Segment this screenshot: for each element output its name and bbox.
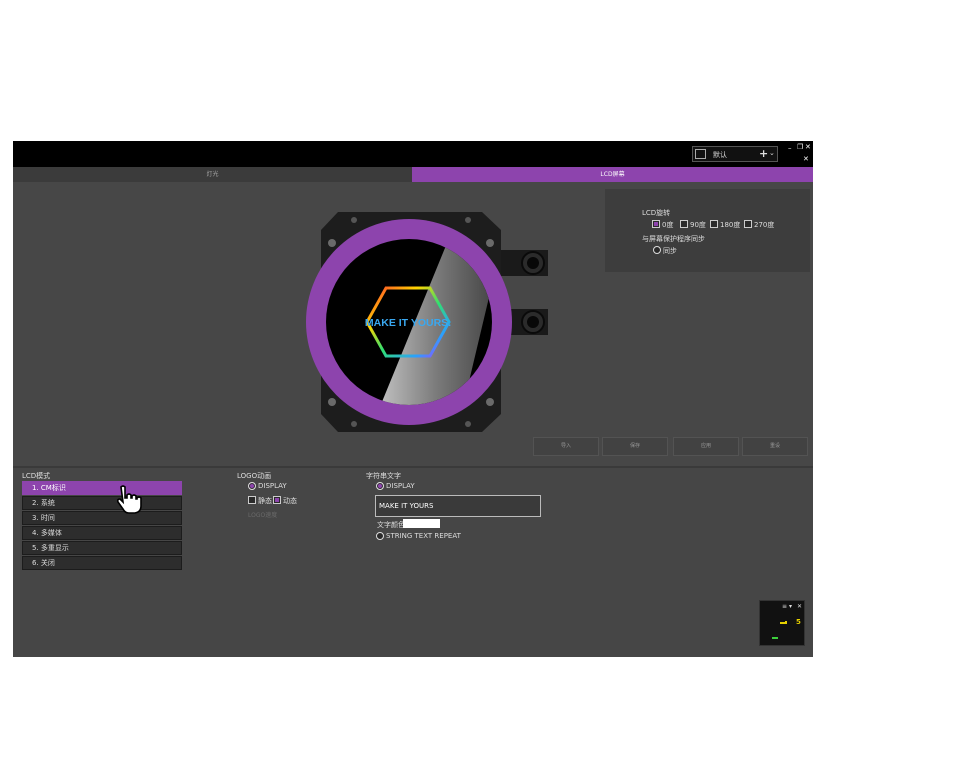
title-bar: 默认 + ⌄ – ❐ ✕ ✕: [13, 141, 813, 167]
rotation-180-label: 180度: [720, 221, 741, 229]
logo-animation-title: LOGO动画: [237, 472, 272, 480]
mode-item-cm-logo[interactable]: 1. CM标识: [22, 481, 182, 495]
apply-button[interactable]: 应用: [673, 437, 739, 456]
menu-icon[interactable]: ≡: [782, 603, 787, 610]
add-profile-button[interactable]: +: [759, 147, 768, 160]
rotation-title: LCD旋转: [642, 209, 671, 217]
dropdown-icon[interactable]: ▾: [789, 603, 792, 610]
screw-icon: [486, 239, 494, 247]
profile-name: 默认: [713, 151, 727, 159]
rotation-90-checkbox[interactable]: [680, 220, 688, 228]
string-text-title: 字符串文字: [366, 472, 401, 480]
rotation-0-checkbox[interactable]: [652, 220, 660, 228]
text-color-label: 文字颜色: [377, 521, 405, 529]
screen-text: MAKE IT YOURS.: [365, 317, 451, 329]
minimize-button[interactable]: –: [788, 145, 792, 152]
rotation-90-label: 90度: [690, 221, 706, 229]
rotation-270-checkbox[interactable]: [744, 220, 752, 228]
mode-item-media[interactable]: 4. 多媒体: [22, 526, 182, 540]
mode-item-time[interactable]: 3. 时间: [22, 511, 182, 525]
close-button[interactable]: ✕: [805, 144, 811, 151]
screw-icon: [486, 398, 494, 406]
screw-icon: [328, 398, 336, 406]
import-button[interactable]: 导入: [533, 437, 599, 456]
cooler-preview: MAKE IT YOURS.: [306, 212, 548, 432]
lcd-settings-panel: LCD旋转 0度 90度 180度 270度 与屏幕保护程序同步 同步: [605, 189, 810, 272]
reset-button[interactable]: 重设: [742, 437, 808, 456]
dynamic-checkbox[interactable]: [273, 496, 281, 504]
static-checkbox[interactable]: [248, 496, 256, 504]
profile-image-icon: [695, 149, 706, 159]
string-repeat-radio[interactable]: [376, 532, 384, 540]
rotation-0-label: 0度: [662, 221, 674, 229]
pin-icon[interactable]: ✕: [803, 156, 809, 163]
lcd-mode-title: LCD模式: [22, 472, 51, 480]
screw-icon: [328, 239, 336, 247]
static-label: 静态: [258, 497, 272, 505]
string-repeat-label: STRING TEXT REPEAT: [386, 532, 461, 540]
rotation-180-checkbox[interactable]: [710, 220, 718, 228]
sync-label: 同步: [663, 247, 677, 255]
tube-fitting-top: [496, 250, 548, 276]
tab-bar: 灯光 LCD屏幕: [13, 167, 813, 182]
mode-item-off[interactable]: 6. 关闭: [22, 556, 182, 570]
hand-cursor-icon: [116, 485, 142, 514]
widget-value: 5: [796, 618, 801, 626]
logo-display-label: DISPLAY: [258, 482, 287, 490]
mini-monitor-widget[interactable]: ≡ ▾ ✕ 5: [759, 600, 805, 646]
string-display-radio[interactable]: [376, 482, 384, 490]
screensaver-title: 与屏幕保护程序同步: [642, 235, 705, 243]
mode-item-system[interactable]: 2. 系统: [22, 496, 182, 510]
app-window: 默认 + ⌄ – ❐ ✕ ✕ 灯光 LCD屏幕 MAKE IT YOURS. L…: [13, 141, 813, 657]
arrow-icon: [780, 621, 787, 624]
tab-lighting[interactable]: 灯光: [13, 167, 412, 182]
save-button[interactable]: 保存: [602, 437, 668, 456]
text-color-swatch[interactable]: [403, 519, 440, 528]
rotation-270-label: 270度: [754, 221, 775, 229]
profile-selector[interactable]: 默认 + ⌄: [692, 146, 778, 162]
string-display-label: DISPLAY: [386, 482, 415, 490]
logo-speed-label: LOGO速度: [248, 512, 278, 519]
mode-item-multi-display[interactable]: 5. 多重显示: [22, 541, 182, 555]
restore-button[interactable]: ❐: [797, 144, 803, 151]
dynamic-label: 动态: [283, 497, 297, 505]
logo-display-radio[interactable]: [248, 482, 256, 490]
tab-lcd-screen[interactable]: LCD屏幕: [412, 167, 813, 182]
sync-radio[interactable]: [653, 246, 661, 254]
chevron-down-icon[interactable]: ⌄: [769, 149, 775, 157]
indicator-line: [772, 637, 778, 639]
string-text-input[interactable]: MAKE IT YOURS: [375, 495, 541, 517]
widget-close-icon[interactable]: ✕: [797, 603, 802, 610]
